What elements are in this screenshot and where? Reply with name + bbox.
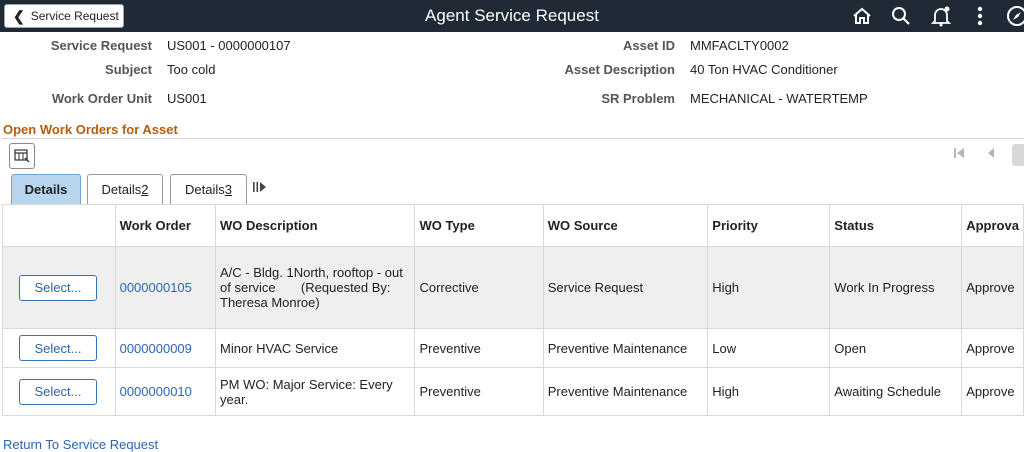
table-header-row: Work Order WO Description WO Type WO Sou… <box>2 204 1024 247</box>
work-orders-table: Work Order WO Description WO Type WO Sou… <box>2 204 1024 416</box>
service-request-value: US001 - 0000000107 <box>167 38 291 53</box>
first-page-icon[interactable] <box>953 147 965 162</box>
approval-cell: Approve <box>961 328 1024 368</box>
wo-source-cell: Service Request <box>542 246 709 329</box>
approval-cell: Approve <box>961 367 1024 416</box>
work-order-link[interactable]: 0000000010 <box>120 384 192 399</box>
work-order-link[interactable]: 0000000009 <box>120 341 192 356</box>
tab-details-3-number: 3 <box>224 182 232 197</box>
priority-cell: High <box>707 367 831 416</box>
status-cell: Awaiting Schedule <box>829 367 963 416</box>
select-button[interactable]: Select... <box>19 378 97 405</box>
personalize-grid-button[interactable] <box>9 143 35 169</box>
section-title: Open Work Orders for Asset <box>3 122 178 137</box>
column-header-wo-type[interactable]: WO Type <box>414 204 544 247</box>
subject-value: Too cold <box>167 62 216 77</box>
tab-details-2[interactable]: Details 2 <box>87 174 163 204</box>
wo-source-cell: Preventive Maintenance <box>542 367 709 416</box>
status-cell: Work In Progress <box>829 246 963 329</box>
wo-type-cell: Preventive <box>414 328 544 368</box>
grid-settings-icon <box>14 149 30 163</box>
column-header-work-order[interactable]: Work Order <box>114 204 217 247</box>
tab-details-2-label: Details <box>101 182 142 197</box>
top-banner: ❮ Service Request Agent Service Request <box>0 0 1024 32</box>
work-order-link[interactable]: 0000000105 <box>120 280 192 295</box>
column-header-approval[interactable]: Approva <box>961 204 1024 247</box>
service-request-label: Service Request <box>50 38 152 53</box>
column-header-status[interactable]: Status <box>829 204 963 247</box>
column-header-wo-description[interactable]: WO Description <box>215 204 416 247</box>
select-button[interactable]: Select... <box>19 335 97 361</box>
tab-details-3-label: Details <box>185 182 225 197</box>
navbar-compass-icon[interactable] <box>1006 5 1024 27</box>
work-order-unit-value: US001 <box>167 91 207 106</box>
tab-details-3[interactable]: Details 3 <box>170 174 247 204</box>
home-icon[interactable] <box>851 5 873 27</box>
notification-bell-icon[interactable] <box>930 5 952 27</box>
previous-page-icon[interactable] <box>986 147 996 162</box>
wo-type-cell: Preventive <box>414 367 544 416</box>
return-to-service-request-link[interactable]: Return To Service Request <box>3 437 158 452</box>
work-order-unit-label: Work Order Unit <box>51 91 152 106</box>
status-cell: Open <box>829 328 963 368</box>
priority-cell: High <box>707 246 831 329</box>
subject-label: Subject <box>105 62 152 77</box>
priority-cell: Low <box>707 328 831 368</box>
asset-id-value: MMFACLTY0002 <box>690 38 789 53</box>
sr-problem-label: SR Problem <box>601 91 675 106</box>
column-header-wo-source[interactable]: WO Source <box>542 204 709 247</box>
approval-cell: Approve <box>961 246 1024 329</box>
table-row[interactable]: Select... 0000000009 Minor HVAC Service … <box>2 328 1024 368</box>
row-counter-button[interactable] <box>1012 144 1024 166</box>
asset-id-label: Asset ID <box>622 38 675 53</box>
asset-description-value: 40 Ton HVAC Conditioner <box>690 62 838 77</box>
wo-description-cell: A/C - Bldg. 1North, rooftop - out of ser… <box>215 246 416 329</box>
search-icon[interactable] <box>890 5 912 27</box>
asset-description-label: Asset Description <box>564 62 675 77</box>
tab-details-label: Details <box>24 182 68 197</box>
wo-description-cell: PM WO: Major Service: Every year. <box>215 367 416 416</box>
more-actions-icon[interactable] <box>969 5 991 27</box>
wo-description-cell: Minor HVAC Service <box>215 328 416 368</box>
tab-details[interactable]: Details <box>11 174 81 204</box>
table-row[interactable]: Select... 0000000105 A/C - Bldg. 1North,… <box>2 246 1024 329</box>
table-row[interactable]: Select... 0000000010 PM WO: Major Servic… <box>2 367 1024 416</box>
show-all-columns-icon[interactable] <box>253 181 267 196</box>
wo-source-cell: Preventive Maintenance <box>542 328 709 368</box>
column-header-select <box>2 204 116 247</box>
select-button[interactable]: Select... <box>19 274 97 301</box>
column-header-priority[interactable]: Priority <box>707 204 831 247</box>
wo-type-cell: Corrective <box>414 246 544 329</box>
sr-problem-value: MECHANICAL - WATERTEMP <box>690 91 868 106</box>
tab-details-2-number: 2 <box>141 182 149 197</box>
